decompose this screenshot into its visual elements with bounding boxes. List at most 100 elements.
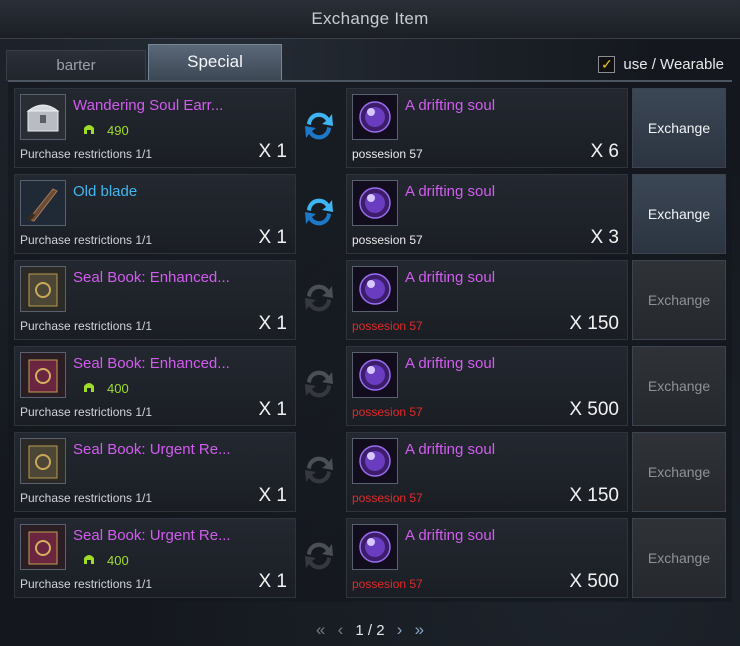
wearable-filter[interactable]: ✓ use / Wearable [598,54,724,74]
reward-item-slot[interactable]: Seal Book: Urgent Re... 400 Purchase restr… [14,518,296,598]
cost-item-name: A drifting soul [405,269,496,286]
exchange-row: Old blade Purchase restrictions 1/1 X 1 A d… [8,168,732,254]
reward-quantity: X 1 [258,141,287,162]
exchange-arrows-icon [299,278,339,318]
exchange-button[interactable]: Exchange [632,88,726,168]
book-gold-icon [20,266,66,312]
cost-item-slot[interactable]: A drifting soul possesion 57 X 150 [346,432,628,512]
cost-item-name: A drifting soul [405,527,496,544]
purchase-restriction: Purchase restrictions 1/1 [20,233,153,247]
reward-item-name: Seal Book: Enhanced... [73,269,230,286]
reward-item-name: Seal Book: Urgent Re... [73,441,231,458]
reward-quantity: X 1 [258,313,287,334]
exchange-arrows-icon [299,536,339,576]
purchase-restriction: Purchase restrictions 1/1 [20,491,153,505]
prev-page-icon[interactable]: ‹ [338,620,344,640]
soul-orb-icon [352,180,398,226]
exchange-window: Exchange Item barter Special ✓ use / Wea… [0,0,740,646]
possession-count: possesion 57 [352,233,423,247]
book-red-icon [20,524,66,570]
cost-item-name: A drifting soul [405,441,496,458]
reward-quantity: X 1 [258,399,287,420]
wearable-requirement: 400 [81,551,129,570]
exchange-button[interactable]: Exchange [632,432,726,512]
cost-quantity: X 150 [569,313,619,334]
book-gold-icon [20,438,66,484]
item-score: 400 [107,553,129,568]
reward-item-name: Seal Book: Urgent Re... [73,527,231,544]
pagination: « ‹ 1 / 2 › » [0,620,740,640]
possession-count: possesion 57 [352,491,423,505]
reward-item-slot[interactable]: Seal Book: Enhanced... 400 Purchase restri… [14,346,296,426]
purchase-restriction: Purchase restrictions 1/1 [20,405,153,419]
item-score: 490 [107,123,129,138]
exchange-arrows-icon [299,364,339,404]
exchange-button[interactable]: Exchange [632,518,726,598]
possession-count: possesion 57 [352,319,423,333]
helmet-icon [81,551,97,570]
wearable-checkbox[interactable]: ✓ [598,55,616,73]
exchange-arrows-icon [299,450,339,490]
reward-item-slot[interactable]: Old blade Purchase restrictions 1/1 X 1 [14,174,296,254]
reward-item-name: Seal Book: Enhanced... [73,355,230,372]
wearable-requirement: 400 [81,379,129,398]
wearable-label: use / Wearable [623,55,724,73]
soul-orb-icon [352,524,398,570]
last-page-icon[interactable]: » [415,620,424,640]
purchase-restriction: Purchase restrictions 1/1 [20,319,153,333]
exchange-row: Seal Book: Urgent Re... Purchase restrict… [8,426,732,512]
cost-quantity: X 500 [569,571,619,592]
exchange-arrows-icon [299,106,339,146]
tab-barter[interactable]: barter [6,50,146,81]
book-red-icon [20,352,66,398]
soul-orb-icon [352,266,398,312]
exchange-row: Wandering Soul Earr... 490 Purchase restri… [8,82,732,168]
possession-count: possesion 57 [352,147,423,161]
purchase-restriction: Purchase restrictions 1/1 [20,147,153,161]
exchange-arrows-icon [299,192,339,232]
tab-special[interactable]: Special [148,44,282,81]
exchange-button[interactable]: Exchange [632,174,726,254]
cost-item-slot[interactable]: A drifting soul possesion 57 X 150 [346,260,628,340]
cost-item-name: A drifting soul [405,183,496,200]
wearable-requirement: 490 [81,121,129,140]
cost-quantity: X 500 [569,399,619,420]
reward-quantity: X 1 [258,571,287,592]
soul-orb-icon [352,94,398,140]
cost-item-name: A drifting soul [405,355,496,372]
cost-quantity: X 150 [569,485,619,506]
title-bar[interactable]: Exchange Item [0,0,740,39]
reward-item-name: Wandering Soul Earr... [73,97,224,114]
cost-item-slot[interactable]: A drifting soul possesion 57 X 3 [346,174,628,254]
item-score: 400 [107,381,129,396]
reward-item-slot[interactable]: Wandering Soul Earr... 490 Purchase restri… [14,88,296,168]
window-title: Exchange Item [311,9,429,28]
cost-item-name: A drifting soul [405,97,496,114]
exchange-row: Seal Book: Enhanced... Purchase restricti… [8,254,732,340]
reward-item-slot[interactable]: Seal Book: Enhanced... Purchase restricti… [14,260,296,340]
exchange-row: Seal Book: Urgent Re... 400 Purchase restr… [8,512,732,598]
exchange-row: Seal Book: Enhanced... 400 Purchase restri… [8,340,732,426]
soul-orb-icon [352,352,398,398]
blade-icon [20,180,66,226]
exchange-button[interactable]: Exchange [632,346,726,426]
reward-item-slot[interactable]: Seal Book: Urgent Re... Purchase restrict… [14,432,296,512]
soul-orb-icon [352,438,398,484]
page-indicator: 1 / 2 [355,622,385,639]
cost-quantity: X 6 [590,141,619,162]
reward-quantity: X 1 [258,485,287,506]
purchase-restriction: Purchase restrictions 1/1 [20,577,153,591]
next-page-icon[interactable]: › [397,620,403,640]
first-page-icon[interactable]: « [316,620,325,640]
cost-item-slot[interactable]: A drifting soul possesion 57 X 500 [346,518,628,598]
cost-item-slot[interactable]: A drifting soul possesion 57 X 500 [346,346,628,426]
exchange-button[interactable]: Exchange [632,260,726,340]
exchange-list: Wandering Soul Earr... 490 Purchase restri… [8,80,732,602]
possession-count: possesion 57 [352,405,423,419]
cost-item-slot[interactable]: A drifting soul possesion 57 X 6 [346,88,628,168]
helmet-icon [81,121,97,140]
cost-quantity: X 3 [590,227,619,248]
reward-quantity: X 1 [258,227,287,248]
helmet-icon [81,379,97,398]
chest-icon [20,94,66,140]
